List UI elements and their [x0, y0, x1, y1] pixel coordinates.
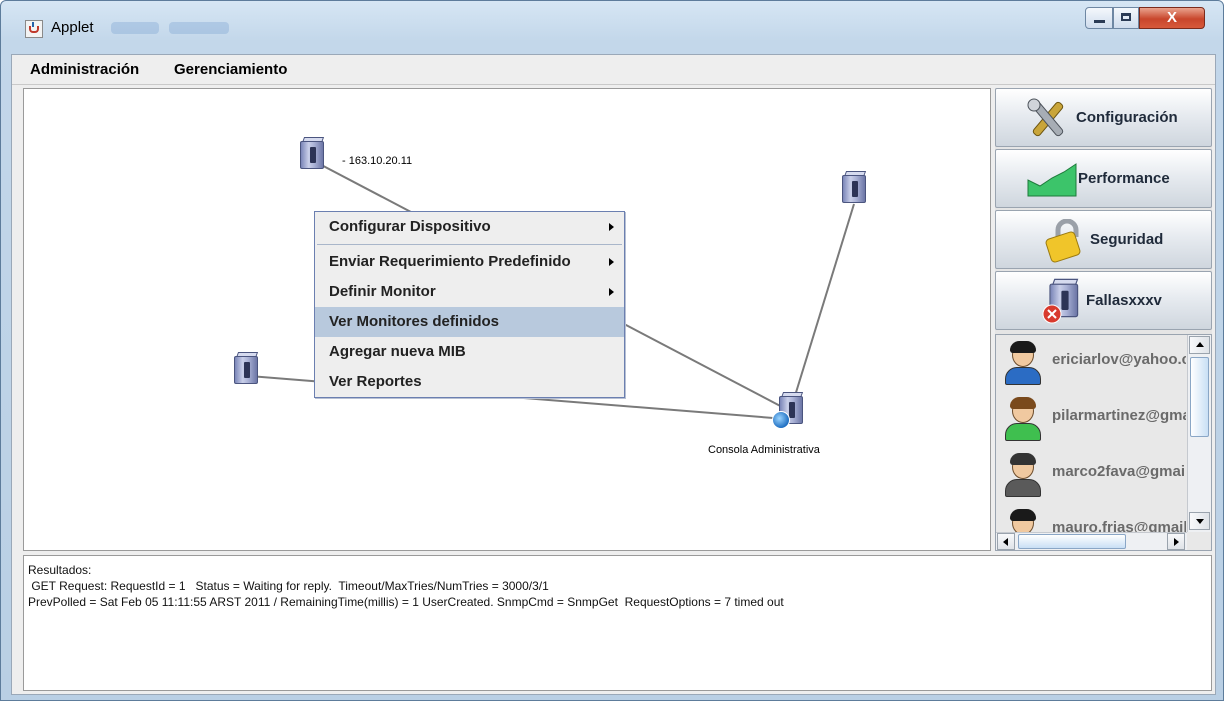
blurred-title-text	[169, 22, 229, 34]
scroll-up-button[interactable]	[1189, 336, 1210, 354]
padlock-icon	[1045, 219, 1081, 263]
cm-ver-reportes[interactable]: Ver Reportes	[315, 367, 624, 397]
user-avatar-icon	[1002, 453, 1042, 497]
cm-definir-monitor[interactable]: Definir Monitor	[315, 277, 624, 307]
minimize-icon	[1094, 20, 1105, 23]
arrow-up-icon	[1196, 342, 1204, 347]
user-avatar-icon	[1002, 341, 1042, 385]
network-device-1[interactable]	[300, 137, 326, 169]
submenu-arrow-icon	[609, 258, 614, 266]
close-icon: X	[1166, 9, 1177, 26]
user-list-horizontal-scrollbar[interactable]	[996, 532, 1187, 550]
minimize-button[interactable]	[1085, 7, 1113, 29]
device-context-menu: Configurar Dispositivo Enviar Requerimie…	[314, 211, 625, 398]
applet-content: Administración Gerenciamiento - 163.10.2…	[11, 54, 1216, 695]
user-list-vertical-scrollbar[interactable]	[1187, 335, 1211, 532]
admin-console-label: Consola Administrativa	[708, 444, 820, 456]
scroll-right-button[interactable]	[1167, 533, 1185, 550]
title-bar[interactable]: Applet X	[1, 1, 1223, 45]
user-list[interactable]: ericiarlov@yahoo.com pilarmartinez@gmail…	[995, 334, 1212, 551]
user-avatar-icon	[1002, 397, 1042, 441]
arrow-right-icon	[1174, 538, 1179, 546]
link-dev3-console	[793, 203, 855, 400]
arrow-left-icon	[1003, 538, 1008, 546]
window-title: Applet	[51, 19, 94, 36]
user-item[interactable]: pilarmartinez@gmail.com	[996, 391, 1186, 447]
results-panel[interactable]: Resultados: GET Request: RequestId = 1 S…	[23, 555, 1212, 691]
fallas-button[interactable]: Fallasxxxv	[995, 271, 1212, 330]
network-topology-canvas[interactable]: - 163.10.20.11 Consola Administrativa Co…	[23, 88, 991, 551]
seguridad-button[interactable]: Seguridad	[995, 210, 1212, 269]
menu-administracion[interactable]: Administración	[30, 61, 139, 78]
menu-separator	[317, 244, 622, 245]
performance-button[interactable]: Performance	[995, 149, 1212, 208]
maximize-icon	[1121, 13, 1131, 21]
configuracion-button[interactable]: Configuración	[995, 88, 1212, 147]
scroll-down-button[interactable]	[1189, 512, 1210, 530]
performance-label: Performance	[1078, 170, 1170, 187]
blurred-title-text	[111, 22, 159, 34]
network-device-2[interactable]	[234, 352, 260, 384]
error-badge-icon	[1042, 304, 1062, 324]
cm-label: Configurar Dispositivo	[329, 218, 491, 235]
network-device-3[interactable]	[842, 171, 868, 203]
tools-icon	[1027, 98, 1064, 137]
cm-configurar-dispositivo[interactable]: Configurar Dispositivo	[315, 212, 624, 242]
user-name: pilarmartinez@gmail.com	[1052, 407, 1186, 424]
fallas-label: Fallasxxxv	[1086, 292, 1162, 309]
user-item[interactable]: marco2fava@gmail.com	[996, 447, 1186, 503]
applet-window: Applet X Administración Gerenciamiento -…	[0, 0, 1224, 701]
user-item[interactable]: ericiarlov@yahoo.com	[996, 335, 1186, 391]
user-name: ericiarlov@yahoo.com	[1052, 351, 1186, 368]
results-line: PrevPolled = Sat Feb 05 11:11:55 ARST 20…	[28, 595, 784, 609]
submenu-arrow-icon	[609, 288, 614, 296]
performance-chart-icon	[1027, 163, 1077, 197]
cm-agregar-mib[interactable]: Agregar nueva MIB	[315, 337, 624, 367]
user-name: marco2fava@gmail.com	[1052, 463, 1186, 480]
cm-label: Enviar Requerimiento Predefinido	[329, 253, 571, 270]
cm-enviar-requerimiento[interactable]: Enviar Requerimiento Predefinido	[315, 247, 624, 277]
cm-label: Ver Monitores definidos	[329, 313, 500, 330]
cm-label: Definir Monitor	[329, 283, 436, 300]
cm-label: Ver Reportes	[329, 373, 422, 390]
maximize-button[interactable]	[1113, 7, 1139, 29]
seguridad-label: Seguridad	[1090, 231, 1164, 248]
globe-icon	[772, 411, 790, 429]
arrow-down-icon	[1196, 519, 1204, 524]
cm-ver-monitores[interactable]: Ver Monitores definidos	[315, 307, 624, 337]
menu-bar: Administración Gerenciamiento	[12, 55, 1215, 85]
close-button[interactable]: X	[1139, 7, 1205, 29]
scroll-left-button[interactable]	[997, 533, 1015, 550]
scroll-thumb[interactable]	[1190, 357, 1209, 437]
submenu-arrow-icon	[609, 223, 614, 231]
results-line: GET Request: RequestId = 1 Status = Wait…	[28, 579, 549, 593]
tools-panel: Configuración Performance Seguridad Fall…	[995, 88, 1212, 551]
scroll-thumb[interactable]	[1018, 534, 1126, 549]
results-heading: Resultados:	[28, 563, 92, 577]
java-cup-icon	[25, 20, 43, 38]
menu-gerenciamiento[interactable]: Gerenciamiento	[174, 61, 287, 78]
device-ip-label: - 163.10.20.11	[342, 155, 413, 167]
configuracion-label: Configuración	[1076, 109, 1178, 126]
cm-label: Agregar nueva MIB	[329, 343, 466, 360]
